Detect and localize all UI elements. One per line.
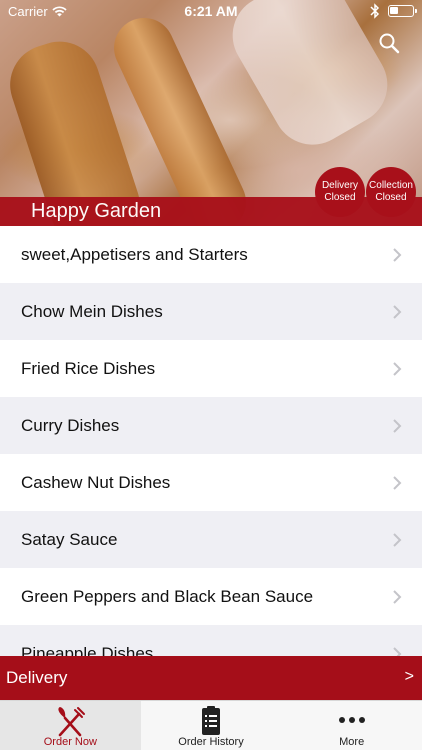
chevron-right-icon bbox=[393, 248, 402, 262]
menu-category-label: Cashew Nut Dishes bbox=[21, 472, 171, 492]
delivery-badge-line1: Delivery bbox=[321, 180, 359, 191]
more-dots-icon bbox=[338, 717, 365, 723]
menu-category-label: sweet,Appetisers and Starters bbox=[21, 244, 248, 264]
chevron-right-icon bbox=[393, 533, 402, 547]
menu-category-item[interactable]: sweet,Appetisers and Starters bbox=[0, 226, 422, 283]
tab-order-now[interactable]: Order Now bbox=[0, 701, 141, 750]
menu-category-item[interactable]: Pineapple Dishes bbox=[0, 625, 422, 656]
delivery-mode-arrow: > bbox=[404, 668, 414, 685]
menu-category-label: Chow Mein Dishes bbox=[21, 301, 163, 321]
menu-category-item[interactable]: Chow Mein Dishes bbox=[0, 283, 422, 340]
search-icon[interactable] bbox=[378, 32, 400, 54]
menu-category-label: Curry Dishes bbox=[21, 415, 120, 435]
menu-category-item[interactable]: Curry Dishes bbox=[0, 397, 422, 454]
menu-category-list[interactable]: sweet,Appetisers and Starters Chow Mein … bbox=[0, 226, 422, 656]
delivery-badge-line2: Closed bbox=[324, 192, 356, 203]
clock: 6:21 AM bbox=[184, 3, 238, 19]
menu-category-label: Pineapple Dishes bbox=[21, 643, 154, 657]
chevron-right-icon bbox=[393, 419, 402, 433]
delivery-mode-bar[interactable]: Delivery > bbox=[0, 656, 422, 700]
menu-category-item[interactable]: Fried Rice Dishes bbox=[0, 340, 422, 397]
delivery-status-badge: Delivery Closed bbox=[315, 167, 365, 217]
clipboard-icon bbox=[202, 706, 220, 735]
menu-category-item[interactable]: Cashew Nut Dishes bbox=[0, 454, 422, 511]
menu-category-label: Green Peppers and Black Bean Sauce bbox=[21, 586, 314, 606]
bluetooth-icon bbox=[370, 3, 380, 19]
status-bar: Carrier 6:21 AM bbox=[0, 0, 422, 22]
fork-knife-icon bbox=[58, 707, 86, 737]
chevron-right-icon bbox=[393, 305, 402, 319]
chevron-right-icon bbox=[393, 476, 402, 490]
menu-category-label: Fried Rice Dishes bbox=[21, 358, 156, 378]
battery-icon bbox=[388, 5, 417, 17]
tab-more[interactable]: More bbox=[281, 701, 422, 750]
collection-status-badge: Collection Closed bbox=[366, 167, 416, 217]
hero-image: Carrier 6:21 AM Happy Garden Delivery Cl… bbox=[0, 0, 422, 226]
menu-category-item[interactable]: Satay Sauce bbox=[0, 511, 422, 568]
delivery-mode-label: Delivery bbox=[6, 668, 68, 687]
collection-badge-line1: Collection bbox=[369, 180, 413, 191]
chevron-right-icon bbox=[393, 362, 402, 376]
tab-bar: Order Now Order History More bbox=[0, 700, 422, 750]
collection-badge-line2: Closed bbox=[375, 192, 407, 203]
menu-category-item[interactable]: Green Peppers and Black Bean Sauce bbox=[0, 568, 422, 625]
menu-category-label: Satay Sauce bbox=[21, 529, 118, 549]
tab-order-history[interactable]: Order History bbox=[141, 701, 282, 750]
chevron-right-icon bbox=[393, 647, 402, 656]
chevron-right-icon bbox=[393, 590, 402, 604]
restaurant-name: Happy Garden bbox=[31, 200, 162, 222]
